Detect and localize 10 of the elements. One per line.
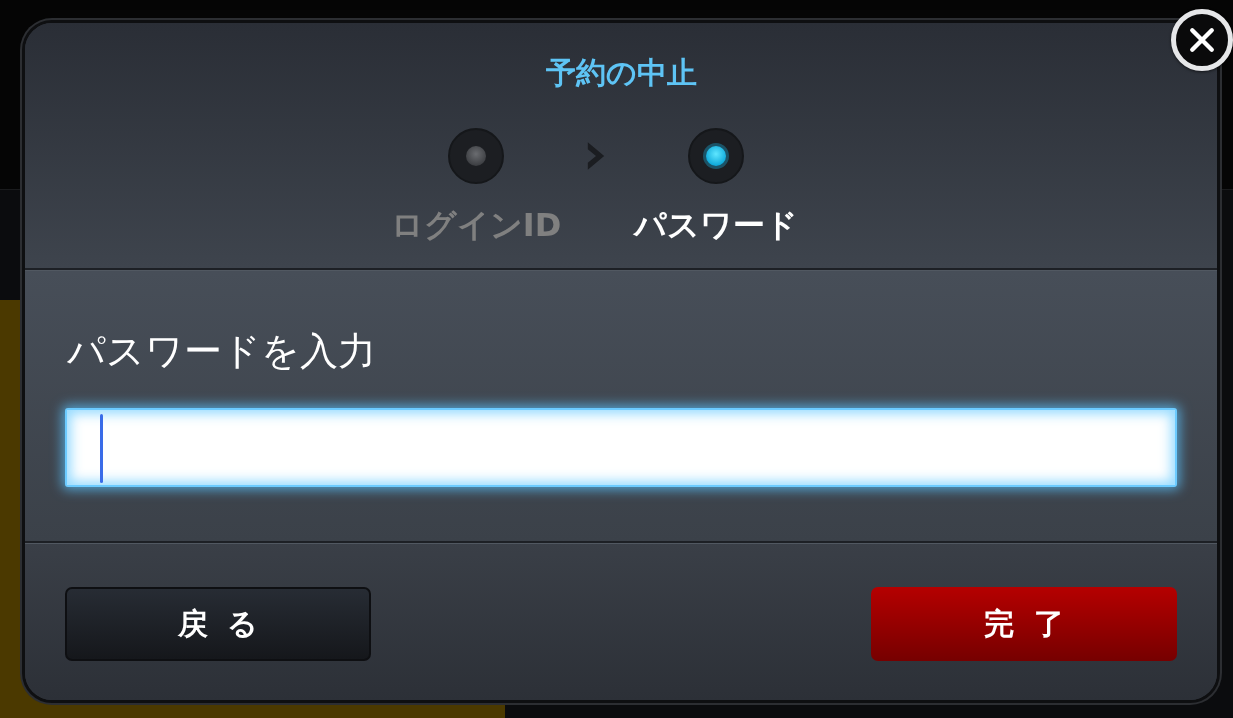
dialog-title: 予約の中止 [545, 55, 697, 91]
back-button[interactable]: 戻る [65, 587, 371, 661]
password-input-field[interactable] [65, 408, 1177, 487]
step-label: パスワード [634, 206, 798, 244]
text-cursor-icon [100, 414, 103, 483]
done-button[interactable]: 完了 [871, 587, 1177, 661]
field-label: パスワードを入力 [66, 328, 377, 374]
close-icon [1189, 27, 1215, 53]
chevron-right-icon [586, 141, 606, 171]
step-label: ログインID [390, 206, 562, 244]
